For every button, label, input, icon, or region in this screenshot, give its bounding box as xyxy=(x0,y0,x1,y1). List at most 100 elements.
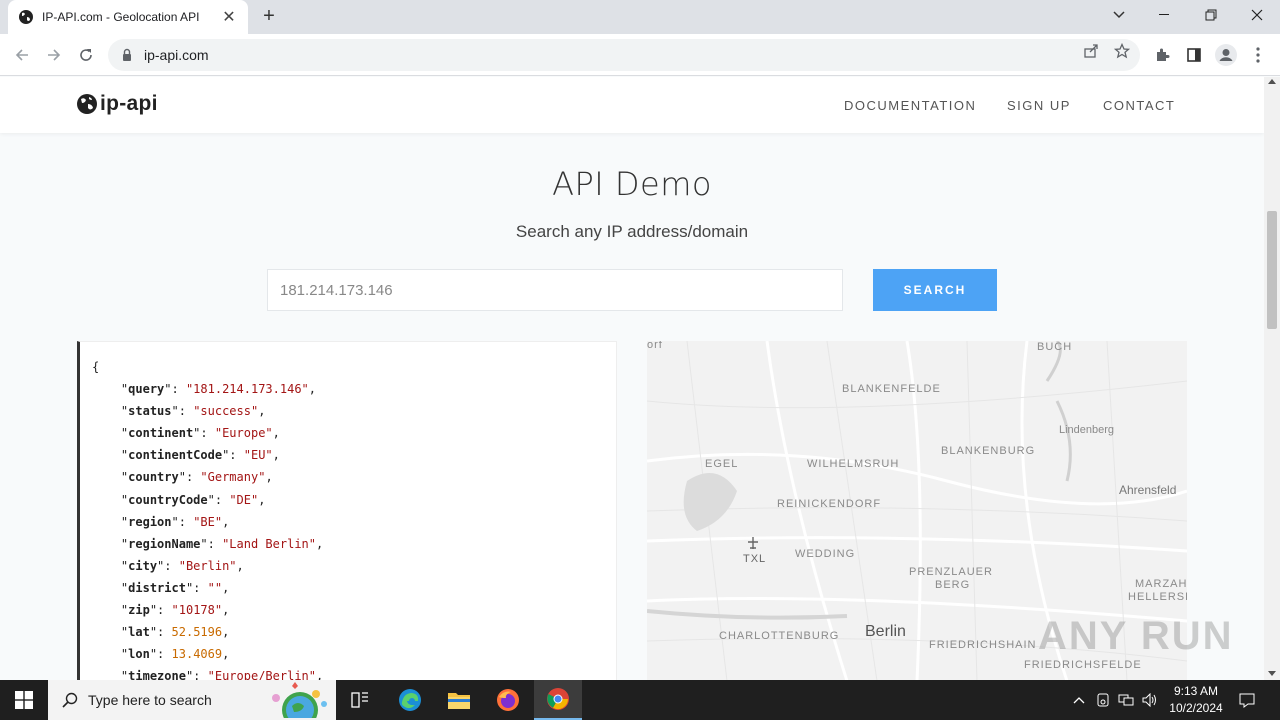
search-button[interactable]: SEARCH xyxy=(873,269,997,311)
edge-browser-icon[interactable] xyxy=(386,680,434,720)
firefox-icon[interactable] xyxy=(484,680,532,720)
json-key: countryCode xyxy=(128,492,208,507)
globe-favicon-icon xyxy=(19,10,33,24)
notifications-icon[interactable] xyxy=(1234,680,1260,720)
json-value: "181.214.173.146" xyxy=(185,382,309,397)
json-value: "Berlin" xyxy=(178,558,237,573)
nav-sign-up[interactable]: SIGN UP xyxy=(1007,98,1071,113)
map-label: Ahrensfeld xyxy=(1119,483,1177,497)
json-key: lon xyxy=(128,647,150,662)
map-label: BUCH xyxy=(1037,341,1073,353)
clock-time: 9:13 AM xyxy=(1173,684,1219,698)
tray-chevron-up-icon[interactable] xyxy=(1068,680,1090,720)
windows-start-icon[interactable] xyxy=(0,680,48,720)
json-value: "" xyxy=(207,580,223,595)
tab-ip-api[interactable]: IP-API.com - Geolocation API ✕ xyxy=(8,0,248,34)
json-value: "EU" xyxy=(243,448,273,463)
json-line: "lat": 52.5196, xyxy=(120,625,230,640)
json-line: "continent": "Europe", xyxy=(120,426,280,441)
json-value: "DE" xyxy=(229,492,259,507)
json-lines: "query": "181.214.173.146", "status": "s… xyxy=(92,378,616,680)
map-label: FRIEDRICHSHAIN xyxy=(929,639,1037,651)
json-line: "district": "", xyxy=(120,580,230,595)
json-line: "lon": 13.4069, xyxy=(120,647,230,662)
page-title: API Demo xyxy=(552,165,712,203)
airport-label: TXL xyxy=(743,553,767,565)
minimize-icon[interactable] xyxy=(1142,0,1188,30)
tab-title: IP-API.com - Geolocation API xyxy=(42,10,200,24)
bookmark-star-icon[interactable] xyxy=(1113,42,1131,60)
json-line: "status": "success", xyxy=(120,404,266,419)
map-label: HELLERSDO xyxy=(1128,591,1187,603)
json-key: district xyxy=(128,580,186,595)
json-open-brace: { xyxy=(92,360,100,374)
page-subtitle: Search any IP address/domain xyxy=(515,222,749,241)
network-icon[interactable] xyxy=(1115,680,1137,720)
map-label: Lindenberg xyxy=(1059,424,1115,436)
extensions-puzzle-icon[interactable] xyxy=(1150,43,1174,67)
side-panel-icon[interactable] xyxy=(1182,43,1206,67)
file-explorer-icon[interactable] xyxy=(435,680,483,720)
json-value: "Germany" xyxy=(200,470,266,485)
logo-text: ip-api xyxy=(100,92,158,115)
share-icon[interactable] xyxy=(1082,42,1100,60)
system-clock[interactable]: 9:13 AM 10/2/2024 xyxy=(1166,683,1226,717)
json-line: "timezone": "Europe/Berlin", xyxy=(92,665,616,680)
lock-icon[interactable] xyxy=(120,48,134,62)
site-logo[interactable]: ip-api xyxy=(76,92,158,116)
close-window-icon[interactable] xyxy=(1234,0,1280,30)
reload-icon[interactable] xyxy=(74,43,98,67)
scrollbar-thumb[interactable] xyxy=(1267,211,1277,329)
task-view-icon[interactable] xyxy=(336,680,384,720)
url-text: ip-api.com xyxy=(144,47,209,63)
map-label: FRIEDRICHSFELDE xyxy=(1024,659,1142,671)
json-line: "region": "BE", xyxy=(120,514,230,529)
chrome-icon[interactable] xyxy=(534,680,582,720)
forward-arrow-icon[interactable] xyxy=(42,43,66,67)
windows-taskbar: Type here to search 9:13 AM 10/2/2024 xyxy=(0,680,1280,720)
map-label: BLANKENFELDE xyxy=(842,383,941,395)
new-tab-button[interactable]: + xyxy=(258,6,280,28)
json-key: timezone xyxy=(128,669,186,680)
json-result-panel: { "query": "181.214.173.146", "status": … xyxy=(77,341,617,680)
json-key: city xyxy=(128,558,158,573)
json-value: "Europe" xyxy=(214,426,273,441)
json-line: "zip": "10178", xyxy=(120,603,230,618)
map-label: WILHELMSRUH xyxy=(807,458,900,470)
nav-contact[interactable]: CONTACT xyxy=(1103,98,1175,113)
nav-documentation[interactable]: DOCUMENTATION xyxy=(844,98,976,113)
json-key: country xyxy=(128,470,179,485)
web-page: ip-api DOCUMENTATION SIGN UP CONTACT API… xyxy=(0,77,1264,680)
back-arrow-icon[interactable] xyxy=(10,43,34,67)
json-key: region xyxy=(128,514,172,529)
chrome-menu-icon[interactable] xyxy=(1246,43,1270,67)
taskbar-search-box[interactable]: Type here to search xyxy=(48,680,336,720)
json-key: continentCode xyxy=(128,448,223,463)
json-key: lat xyxy=(128,625,150,640)
json-value: 52.5196 xyxy=(171,625,223,640)
profile-avatar-icon[interactable] xyxy=(1214,43,1238,67)
address-bar[interactable]: ip-api.com xyxy=(108,39,1140,71)
globe-logo-icon xyxy=(77,94,97,114)
tab-strip: IP-API.com - Geolocation API ✕ + xyxy=(0,0,1280,34)
map-label: MARZAHN- xyxy=(1135,578,1187,590)
search-icon xyxy=(62,692,78,708)
restore-icon[interactable] xyxy=(1188,0,1234,30)
ip-search-input[interactable]: 181.214.173.146 xyxy=(267,269,843,311)
map-label: WEDDING xyxy=(795,548,856,560)
scroll-down-icon[interactable] xyxy=(1268,671,1276,676)
tray-device-icon[interactable] xyxy=(1092,680,1114,720)
scroll-up-icon[interactable] xyxy=(1268,79,1276,84)
map-label: BLANKENBURG xyxy=(941,445,1036,457)
map-label: orf xyxy=(647,341,663,351)
search-highlight-globe-icon xyxy=(272,682,327,718)
json-value: "10178" xyxy=(171,603,223,618)
close-tab-icon[interactable]: ✕ xyxy=(220,8,238,26)
volume-icon[interactable] xyxy=(1139,680,1161,720)
tab-search-chevron-icon[interactable] xyxy=(1096,0,1142,30)
browser-toolbar: ip-api.com xyxy=(0,34,1280,76)
page-scrollbar[interactable] xyxy=(1264,77,1280,680)
json-value: "Europe/Berlin" xyxy=(207,669,316,680)
taskbar-search-placeholder: Type here to search xyxy=(88,692,212,708)
json-key: query xyxy=(128,382,165,397)
